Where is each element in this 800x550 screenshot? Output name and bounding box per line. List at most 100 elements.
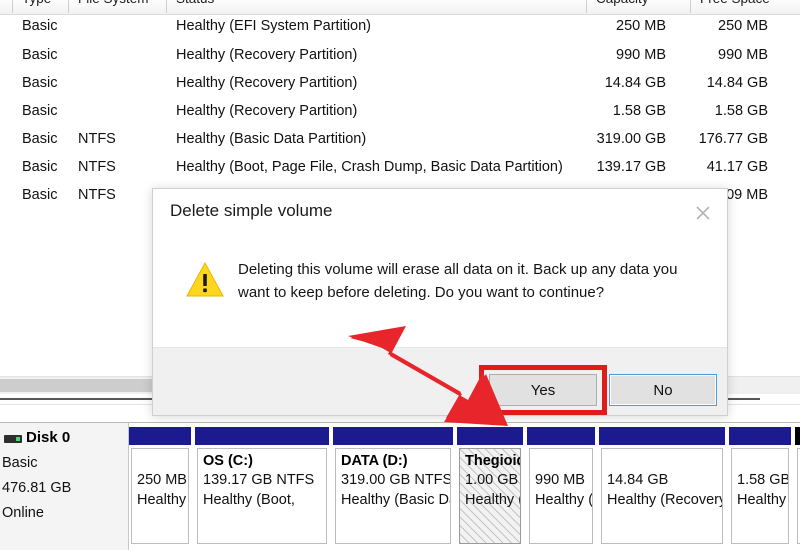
cell-capacity: 1.58 GB [580,99,666,123]
disk-info-box[interactable]: Disk 0 Basic 476.81 GB Online [0,423,129,550]
column-header-file-system[interactable]: File System [78,0,149,6]
cell-status: Healthy (Boot, Page File, Crash Dump, Ba… [176,155,563,179]
partition-name: OS (C:) [203,453,321,470]
partition-recovery-158gb[interactable]: 1.58 GB Healthy (Recovery [729,427,791,546]
table-row[interactable]: Basic Healthy (Recovery Partition) 990 M… [0,43,800,67]
delete-volume-dialog: Delete simple volume Deleting this volum… [152,188,728,416]
partition-size: 250 MB [137,470,183,490]
column-header-status[interactable]: Status [176,0,214,6]
column-divider[interactable] [690,0,691,13]
disk-size: 476.81 GB [2,480,71,496]
cell-status: Healthy (Recovery Partition) [176,71,357,95]
partition-bar [457,427,523,445]
partition-status: Healthy (Boot, [203,490,321,510]
partition-size: 1.00 GB NTFS [465,470,515,490]
partition-recovery-1484gb[interactable]: 14.84 GB Healthy (Recovery [599,427,725,546]
scrollbar-thumb[interactable] [0,379,160,392]
disk-type: Basic [2,455,37,471]
cell-status: Healthy (Recovery Partition) [176,99,357,123]
table-row[interactable]: Basic Healthy (EFI System Partition) 250… [0,14,800,38]
disk-graphical-view: Disk 0 Basic 476.81 GB Online 250 MB Hea… [0,422,800,550]
partition-size: 139.17 GB NTFS [203,470,321,490]
partition-data-d[interactable]: DATA (D:) 319.00 GB NTFS Healthy (Basic … [333,427,453,546]
partition-bar [795,427,800,445]
partition-bar [599,427,725,445]
table-row[interactable]: Basic Healthy (Recovery Partition) 1.58 … [0,99,800,123]
partition-body: 14.84 GB Healthy (Recovery [601,448,723,544]
partition-body: 990 MB Healthy (Recovery [529,448,593,544]
column-header-capacity[interactable]: Capacity [596,0,649,6]
partition-body: Thegioididong 1.00 GB NTFS Healthy (Basi… [459,448,521,544]
column-header-type[interactable]: Type [22,0,51,6]
partition-recovery-990mb[interactable]: 990 MB Healthy (Recovery [527,427,595,546]
partition-os-c[interactable]: OS (C:) 139.17 GB NTFS Healthy (Boot, [195,427,329,546]
cell-status: Healthy (Basic Data Partition) [176,127,366,151]
cell-capacity: 250 MB [580,14,666,38]
partition-size: 319.00 GB NTFS [341,470,445,490]
cell-file-system: NTFS [78,155,116,179]
partition-body: 1.58 GB Healthy (Recovery [731,448,789,544]
column-header-free-space[interactable]: Free Space [700,0,770,6]
cell-free-space: 990 MB [688,43,768,67]
partition-bar [729,427,791,445]
partition-status: Healthy (EFI [137,490,183,510]
partition-status: Healthy (Recovery [607,490,717,510]
dialog-message: Deleting this volume will erase all data… [238,258,697,304]
cell-type: Basic [22,183,57,207]
column-divider[interactable] [166,0,167,13]
partition-name: Thegioididong [465,453,515,470]
partition-selected-thegioididong[interactable]: Thegioididong 1.00 GB NTFS Healthy (Basi… [457,427,523,546]
cell-type: Basic [22,127,57,151]
cell-type: Basic [22,71,57,95]
volume-list-header: Type File System Status Capacity Free Sp… [0,0,800,15]
table-row[interactable]: Basic NTFS Healthy (Basic Data Partition… [0,127,800,151]
no-button[interactable]: No [609,374,717,406]
cell-type: Basic [22,43,57,67]
partition-body: 250 MB Healthy (EFI [131,448,189,544]
partition-size: 1.58 GB [737,470,783,490]
partition-body: DATA (D:) 319.00 GB NTFS Healthy (Basic … [335,448,451,544]
cell-free-space: 41.17 GB [688,155,768,179]
cell-status: Healthy (EFI System Partition) [176,14,371,38]
partition-bar [129,427,191,445]
column-divider[interactable] [68,0,69,13]
partition-status: Healthy (Basic Data [341,490,445,510]
table-row[interactable]: Basic NTFS Healthy (Boot, Page File, Cra… [0,155,800,179]
close-icon[interactable] [689,201,717,225]
cell-type: Basic [22,155,57,179]
partition-strip: 250 MB Healthy (EFI OS (C:) 139.17 GB NT… [129,423,800,550]
partition-unallocated[interactable]: 12 MB Unallocated [795,427,800,546]
cell-file-system: NTFS [78,183,116,207]
cell-capacity: 319.00 GB [580,127,666,151]
partition-size: 14.84 GB [607,470,717,490]
cell-type: Basic [22,14,57,38]
dialog-title-bar: Delete simple volume [153,189,727,237]
cell-free-space: 250 MB [688,14,768,38]
column-divider[interactable] [12,0,13,13]
disk-state: Online [2,505,44,521]
yes-button-highlight-annotation [479,365,607,415]
cell-free-space: 176.77 GB [688,127,768,151]
cell-status: Healthy (Recovery Partition) [176,43,357,67]
partition-name: DATA (D:) [341,453,445,470]
partition-status: Healthy (Basic [465,490,515,510]
cell-capacity: 990 MB [580,43,666,67]
cell-capacity: 139.17 GB [580,155,666,179]
partition-bar [195,427,329,445]
partition-efi[interactable]: 250 MB Healthy (EFI [129,427,191,546]
disk-management-window: Type File System Status Capacity Free Sp… [0,0,800,549]
warning-triangle-icon [186,262,224,298]
partition-body: OS (C:) 139.17 GB NTFS Healthy (Boot, [197,448,327,544]
dialog-title: Delete simple volume [170,201,333,221]
cell-capacity: 14.84 GB [580,71,666,95]
partition-status: Healthy (Recovery [737,490,783,510]
table-row[interactable]: Basic Healthy (Recovery Partition) 14.84… [0,71,800,95]
cell-free-space: 14.84 GB [688,71,768,95]
cell-free-space: 1.58 GB [688,99,768,123]
partition-bar [527,427,595,445]
column-divider[interactable] [586,0,587,13]
disk-name: Disk 0 [26,429,70,446]
dialog-footer: Yes No [153,347,727,415]
cell-type: Basic [22,99,57,123]
disk-drive-icon [4,435,22,443]
